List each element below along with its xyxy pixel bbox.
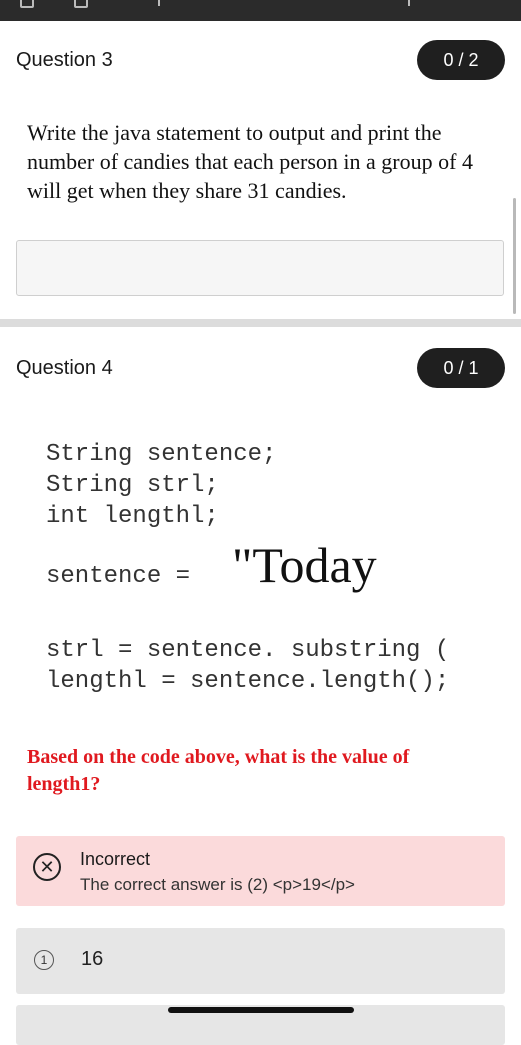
- code-line: strl = sentence. substring (: [46, 637, 450, 664]
- question-4-score-badge: 0 / 1: [417, 348, 505, 388]
- question-3-title: Question 3: [16, 49, 113, 71]
- code-string-literal: "Today: [232, 537, 377, 593]
- close-circle-icon: ✕: [33, 853, 61, 881]
- top-toolbar: [0, 0, 521, 21]
- close-icon[interactable]: [20, 0, 34, 8]
- option-number-badge: 1: [34, 950, 54, 970]
- back-icon[interactable]: [74, 0, 88, 8]
- section-divider: [0, 319, 521, 327]
- code-line: sentence =: [46, 563, 191, 590]
- toolbar-separator: [408, 0, 410, 6]
- code-line: lengthl = sentence.length();: [46, 668, 450, 695]
- question-3-answer-input[interactable]: [16, 240, 504, 296]
- code-line: int lengthl;: [46, 503, 219, 530]
- scrollbar[interactable]: [513, 198, 516, 314]
- toolbar-separator: [158, 0, 160, 6]
- option-text: 16: [81, 948, 104, 970]
- question-3-score-badge: 0 / 2: [417, 40, 505, 80]
- code-line: String sentence;: [46, 441, 277, 468]
- code-line: String strl;: [46, 472, 219, 499]
- feedback-panel: ✕ Incorrect The correct answer is (2) <p…: [16, 836, 505, 906]
- question-3-text: Write the java statement to output and p…: [27, 120, 473, 203]
- question-4-title: Question 4: [16, 357, 113, 379]
- home-indicator[interactable]: [168, 1007, 354, 1013]
- answer-option[interactable]: 1 16: [16, 928, 505, 994]
- question-4-prompt: Based on the code above, what is the val…: [27, 746, 410, 795]
- feedback-status: Incorrect: [80, 849, 151, 869]
- feedback-message: The correct answer is (2) <p>19</p>: [80, 875, 355, 894]
